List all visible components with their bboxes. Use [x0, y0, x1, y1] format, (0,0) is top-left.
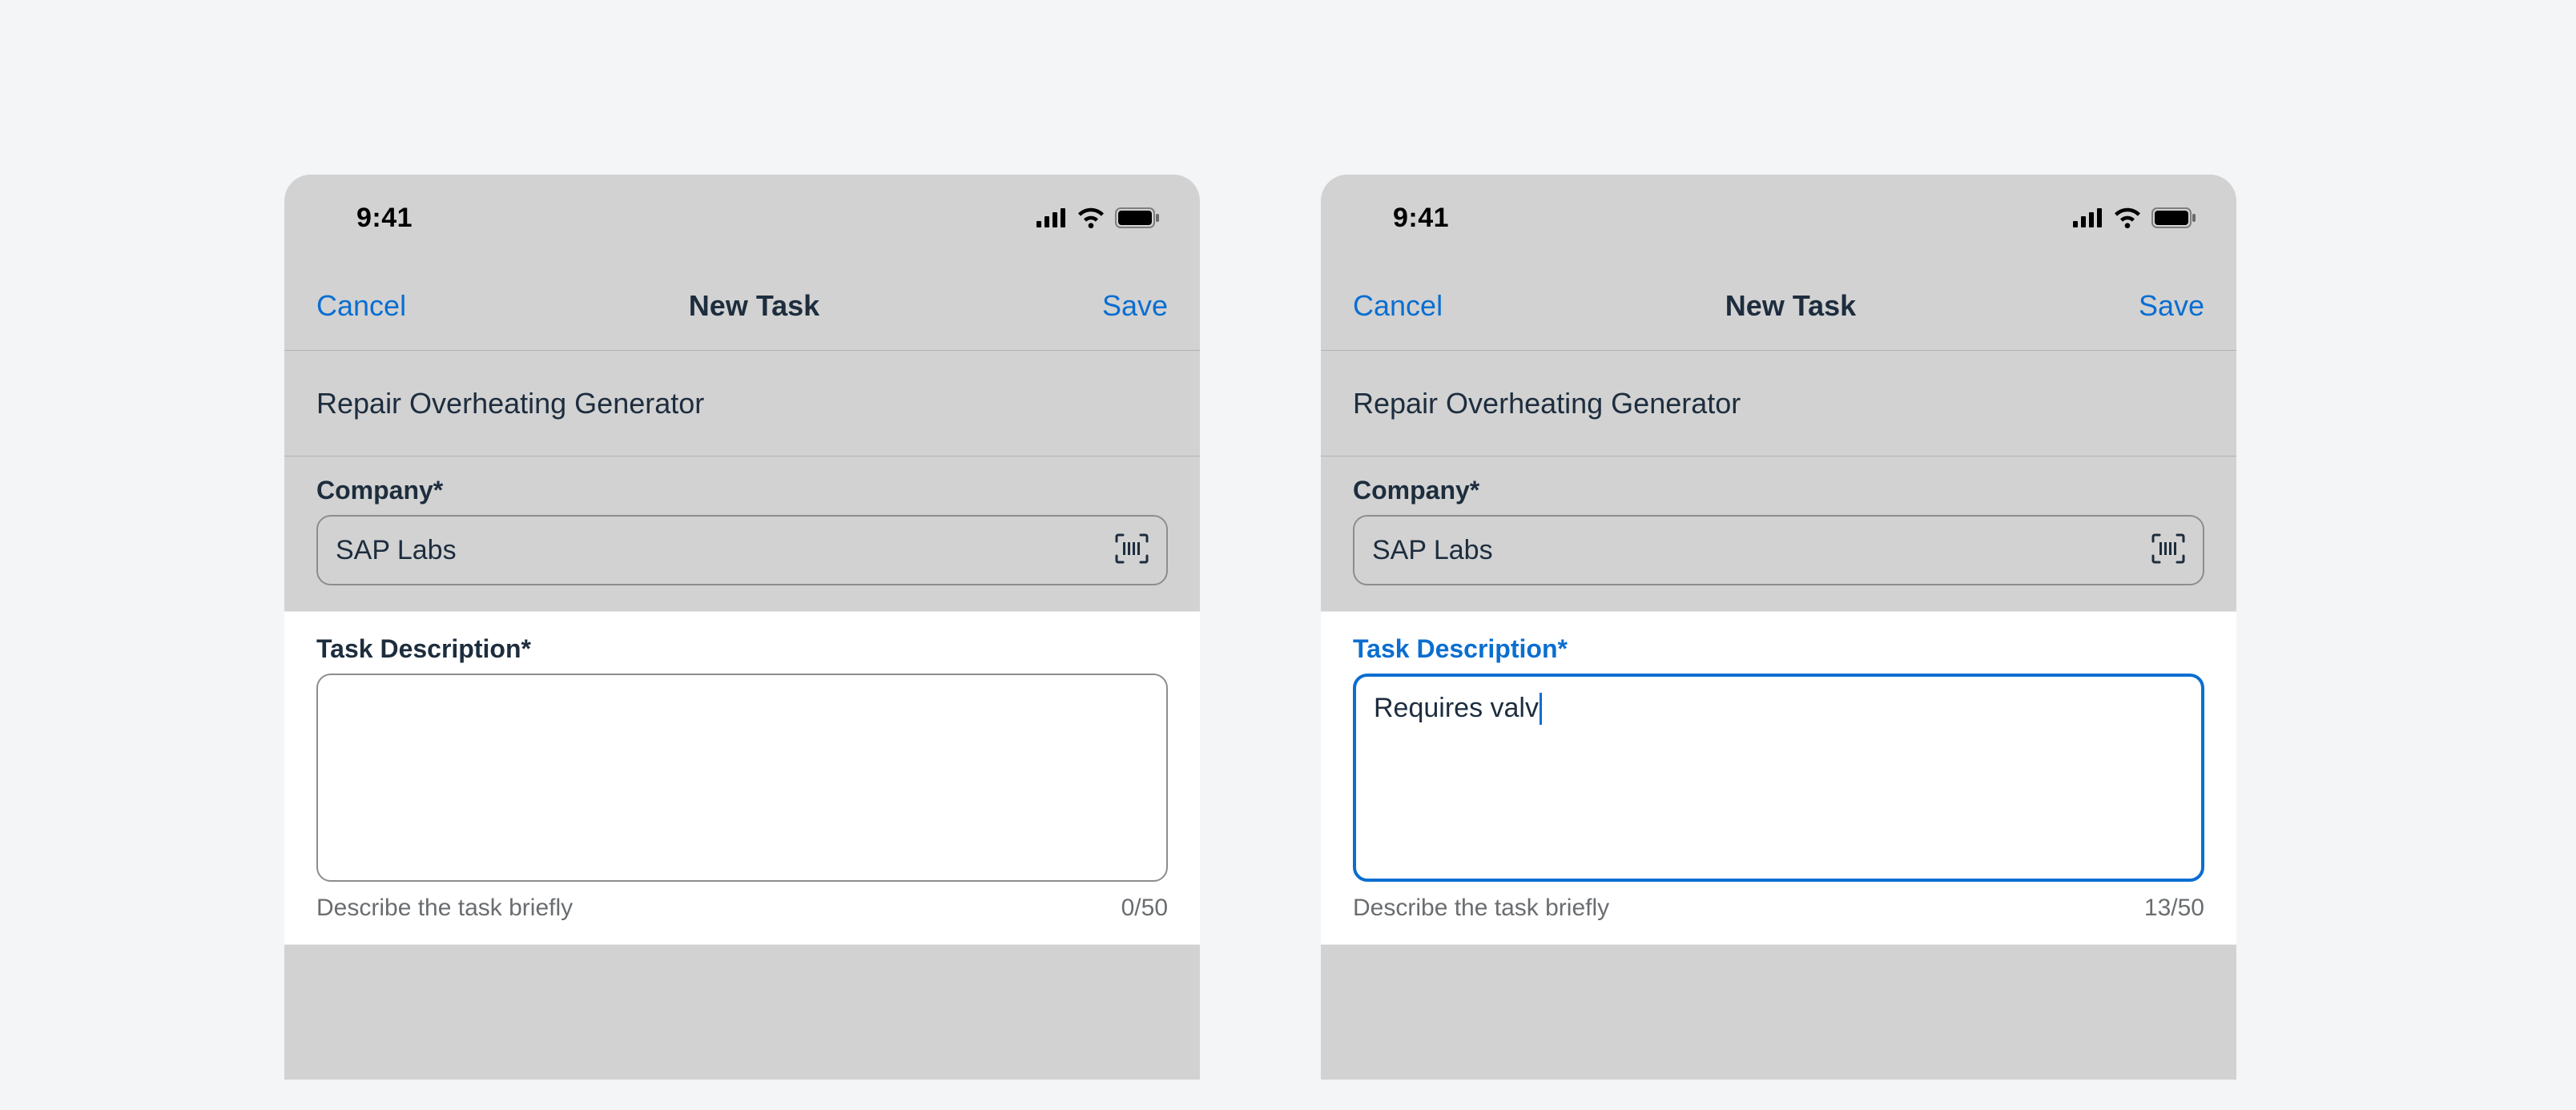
barcode-scan-icon[interactable]: [2151, 533, 2185, 568]
description-textarea[interactable]: [316, 674, 1168, 882]
char-counter: 0/50: [1121, 895, 1168, 922]
company-label: Company*: [316, 476, 1168, 505]
description-field: Task Description* Requires valv Describe…: [1321, 611, 2236, 945]
barcode-scan-icon[interactable]: [1115, 533, 1149, 568]
company-field: Company* SAP Labs: [1321, 456, 2236, 611]
battery-icon: [1115, 207, 1160, 228]
company-input[interactable]: SAP Labs: [316, 515, 1168, 585]
navbar: Cancel New Task Save: [1321, 261, 2236, 351]
status-bar: 9:41: [284, 175, 1200, 261]
text-cursor-icon: [1540, 693, 1542, 725]
section-divider: [1321, 945, 2236, 977]
battery-icon: [2151, 207, 2196, 228]
cancel-button[interactable]: Cancel: [1353, 289, 1443, 323]
description-hint: Describe the task briefly: [1353, 895, 1609, 922]
status-icons: [2073, 207, 2196, 228]
section-divider: [284, 945, 1200, 977]
page-title: New Task: [689, 289, 819, 323]
status-icons: [1036, 207, 1160, 228]
description-textarea[interactable]: Requires valv: [1353, 674, 2204, 882]
description-label: Task Description*: [316, 634, 1168, 664]
phone-frame-right: 9:41 Cancel New Task Save Repair Overhea…: [1321, 175, 2236, 1080]
cellular-icon: [2073, 208, 2103, 227]
company-label: Company*: [1353, 476, 2204, 505]
status-time: 9:41: [1393, 203, 1449, 234]
char-counter: 13/50: [2144, 895, 2204, 922]
section-title: Repair Overheating Generator: [1321, 351, 2236, 456]
description-label: Task Description*: [1353, 634, 2204, 664]
save-button[interactable]: Save: [1102, 289, 1168, 323]
description-field: Task Description* Describe the task brie…: [284, 611, 1200, 945]
phone-frame-left: 9:41 Cancel New Task Save Repair Overhea…: [284, 175, 1200, 1080]
navbar: Cancel New Task Save: [284, 261, 1200, 351]
description-value: Requires valv: [1374, 693, 1539, 723]
company-value: SAP Labs: [1372, 535, 2151, 566]
status-bar: 9:41: [1321, 175, 2236, 261]
wifi-icon: [2113, 207, 2142, 228]
hint-row: Describe the task briefly 0/50: [316, 895, 1168, 922]
cellular-icon: [1036, 208, 1067, 227]
page-title: New Task: [1725, 289, 1856, 323]
hint-row: Describe the task briefly 13/50: [1353, 895, 2204, 922]
company-value: SAP Labs: [336, 535, 1115, 566]
description-hint: Describe the task briefly: [316, 895, 573, 922]
company-field: Company* SAP Labs: [284, 456, 1200, 611]
section-title: Repair Overheating Generator: [284, 351, 1200, 456]
save-button[interactable]: Save: [2139, 289, 2204, 323]
cancel-button[interactable]: Cancel: [316, 289, 406, 323]
wifi-icon: [1077, 207, 1105, 228]
status-time: 9:41: [356, 203, 413, 234]
company-input[interactable]: SAP Labs: [1353, 515, 2204, 585]
